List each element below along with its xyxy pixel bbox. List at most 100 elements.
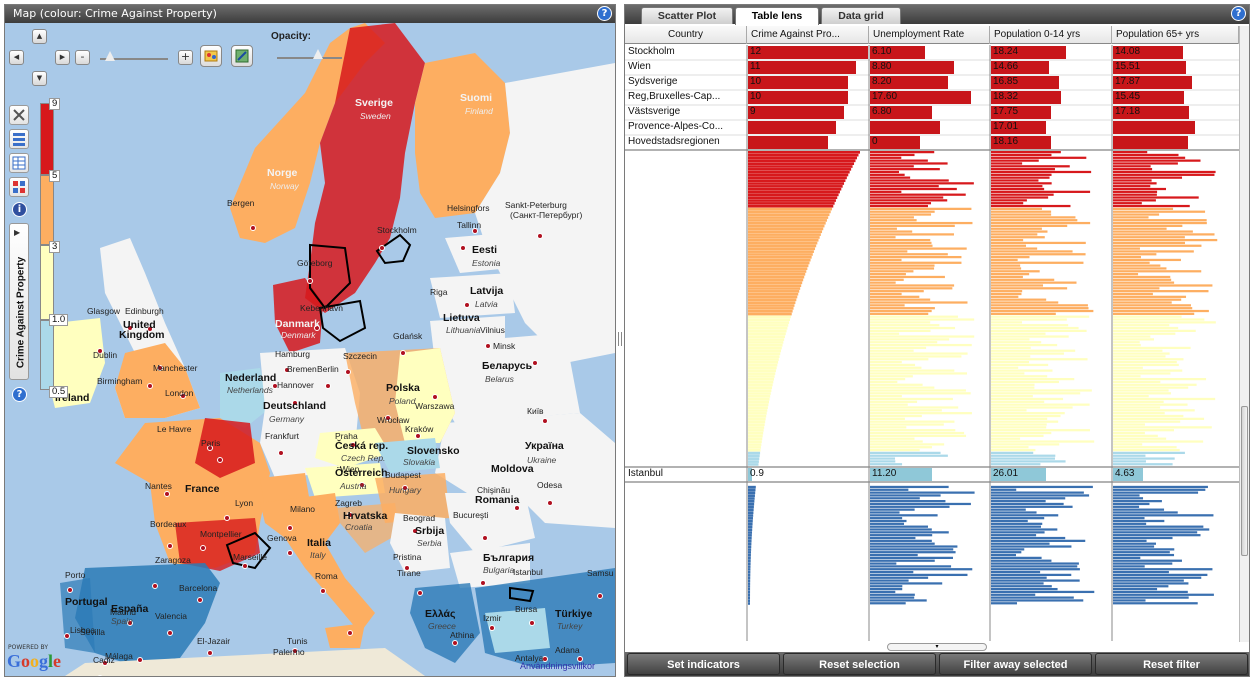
col-header-pop-0-14[interactable]: Population 0-14 yrs xyxy=(990,26,1112,44)
focus-row-value[interactable]: 26.01 xyxy=(993,467,1111,481)
row-value[interactable]: 17.60 xyxy=(872,90,989,104)
row-value[interactable]: 15.45 xyxy=(1115,90,1238,104)
lens-bar xyxy=(1113,165,1151,168)
col-header-country[interactable]: Country xyxy=(625,26,747,44)
legend-segment-mid-high[interactable] xyxy=(40,175,54,245)
lens-bar xyxy=(870,196,944,199)
map-help-icon[interactable]: ? xyxy=(597,6,612,21)
zoom-slider-thumb[interactable] xyxy=(105,51,115,61)
lens-bar xyxy=(1113,378,1207,381)
lens-bar xyxy=(991,548,1025,551)
opacity-slider-thumb[interactable] xyxy=(313,49,323,59)
region-portugal[interactable] xyxy=(60,578,95,653)
row-value[interactable]: 9 xyxy=(750,105,868,119)
table-help-icon[interactable]: ? xyxy=(1231,6,1246,21)
lens-bar xyxy=(991,284,1044,287)
row-country-label[interactable]: Stockholm xyxy=(628,45,746,59)
focus-row-country-label[interactable]: Istanbul xyxy=(628,467,746,481)
row-value[interactable]: 0 xyxy=(872,135,989,149)
row-country-label[interactable]: Hovedstadsregionen xyxy=(628,135,746,149)
legend-segment-mid[interactable] xyxy=(40,245,54,320)
filter-away-selected-button[interactable]: Filter away selected xyxy=(939,653,1092,675)
lens-bar-crime xyxy=(748,576,751,580)
expand-arrow-icon[interactable]: ▶ xyxy=(14,228,20,237)
lens-bar xyxy=(991,431,1052,435)
col-header-unemployment[interactable]: Unemployment Rate xyxy=(869,26,990,44)
row-value[interactable]: 18.24 xyxy=(993,45,1111,59)
vertical-scroll-thumb[interactable] xyxy=(1241,406,1248,556)
row-value[interactable]: 14.66 xyxy=(993,60,1111,74)
list-view-icon[interactable] xyxy=(9,129,29,149)
reset-selection-button[interactable]: Reset selection xyxy=(783,653,936,675)
google-logo[interactable]: Google xyxy=(7,651,61,672)
row-value[interactable]: 17.18 xyxy=(1115,105,1238,119)
layer-style-icon[interactable] xyxy=(200,45,222,67)
focus-row-value[interactable]: 0.9 xyxy=(750,467,868,481)
lens-bar xyxy=(991,236,1045,239)
zoom-out-button[interactable]: - xyxy=(75,50,90,65)
row-value[interactable]: 17.75 xyxy=(993,105,1111,119)
legend-segment-low[interactable] xyxy=(40,320,54,390)
table-lens-body[interactable]: Stockholm 12 6.10 18.24 14.08 Wien 11 8.80 14.66… xyxy=(625,45,1239,641)
row-value[interactable]: 18.32 xyxy=(993,90,1111,104)
color-legend-icon[interactable] xyxy=(9,177,29,197)
panel-splitter[interactable] xyxy=(616,332,624,346)
pan-down-button[interactable]: ▼ xyxy=(32,71,47,86)
row-country-label[interactable]: Wien xyxy=(628,60,746,74)
focus-row-value[interactable]: 4.63 xyxy=(1115,467,1238,481)
row-country-label[interactable]: Provence-Alpes-Co... xyxy=(628,120,746,134)
opacity-slider-track[interactable] xyxy=(277,57,342,59)
tab-table-lens[interactable]: Table lens xyxy=(735,7,819,25)
row-country-label[interactable]: Reg,Bruxelles-Cap... xyxy=(628,90,746,104)
row-value[interactable]: 10 xyxy=(750,75,868,89)
lens-bar xyxy=(870,202,932,205)
resize-grip[interactable]: ▾ xyxy=(887,643,987,651)
terms-of-use-link[interactable]: Användningsvillkor xyxy=(520,661,595,671)
set-indicators-button[interactable]: Set indicators xyxy=(627,653,780,675)
col-header-crime[interactable]: Crime Against Pro... xyxy=(747,26,869,44)
row-value[interactable]: 15.51 xyxy=(1115,60,1238,74)
indicator-label-tab[interactable]: ▶ Crime Against Property xyxy=(9,223,29,380)
table-view-icon[interactable] xyxy=(9,153,29,173)
row-value[interactable]: 8.80 xyxy=(872,60,989,74)
lens-bar xyxy=(870,241,932,245)
row-value[interactable]: 17.87 xyxy=(1115,75,1238,89)
map-label-bulgaria: Bulgaria xyxy=(483,565,515,575)
settings-tools-icon[interactable] xyxy=(9,105,29,125)
row-value[interactable]: 16.85 xyxy=(993,75,1111,89)
zoom-in-button[interactable]: + xyxy=(178,50,193,65)
info-icon[interactable]: i xyxy=(12,202,27,217)
lens-bar-crime xyxy=(748,383,773,387)
row-value[interactable]: 18.16 xyxy=(993,135,1111,149)
row-value[interactable]: 12 xyxy=(750,45,868,59)
row-value[interactable]: 6.80 xyxy=(872,105,989,119)
pan-right-button[interactable]: ▶ xyxy=(55,50,70,65)
row-value[interactable]: 8.20 xyxy=(872,75,989,89)
row-value[interactable]: 6.10 xyxy=(872,45,989,59)
reset-filter-button[interactable]: Reset filter xyxy=(1095,653,1248,675)
col-header-pop-65[interactable]: Population 65+ yrs xyxy=(1112,26,1239,44)
map-label-spain: Spain xyxy=(111,616,133,626)
focus-row-value[interactable]: 11.20 xyxy=(872,467,989,481)
lens-bar xyxy=(1113,582,1189,585)
pan-up-button[interactable]: ▲ xyxy=(32,29,47,44)
export-map-icon[interactable] xyxy=(231,45,253,67)
row-country-label[interactable]: Västsverige xyxy=(628,105,746,119)
lens-bar xyxy=(991,423,1047,426)
legend-help-icon[interactable]: ? xyxy=(12,387,27,402)
row-value[interactable]: 14.08 xyxy=(1115,45,1238,59)
legend-segment-high[interactable] xyxy=(40,103,54,175)
row-value[interactable]: 11 xyxy=(750,60,868,74)
tab-scatter-plot[interactable]: Scatter Plot xyxy=(641,7,733,24)
map-label-hamburg: Hamburg xyxy=(275,349,310,359)
lens-bar-crime xyxy=(748,349,782,353)
row-country-label[interactable]: Sydsverige xyxy=(628,75,746,89)
map-canvas[interactable]: Sverige Sweden Suomi Finland Norge Norway Berg… xyxy=(5,23,615,676)
row-value[interactable]: 17.01 xyxy=(993,120,1111,134)
row-value[interactable]: 10 xyxy=(750,90,868,104)
tab-data-grid[interactable]: Data grid xyxy=(821,7,901,24)
lens-bar xyxy=(991,525,1041,528)
vertical-scrollbar[interactable] xyxy=(1239,26,1249,642)
pan-left-button[interactable]: ◀ xyxy=(9,50,24,65)
lens-bar xyxy=(870,375,913,378)
